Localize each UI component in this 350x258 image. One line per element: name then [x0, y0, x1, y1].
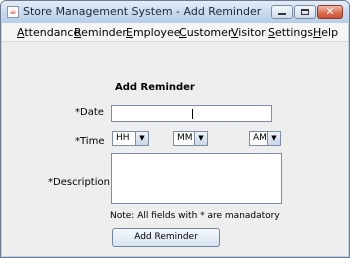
menu-label: elp	[321, 26, 339, 39]
menu-help[interactable]: Help	[313, 26, 338, 39]
minute-select[interactable]: MM ▼	[173, 131, 208, 146]
menu-attendance[interactable]: Attendance	[17, 26, 80, 39]
menu-mnemonic: E	[126, 26, 133, 39]
date-label: *Date	[75, 107, 104, 118]
close-button[interactable]: ✕	[317, 5, 343, 19]
window-title: Store Management System - Add Reminder	[23, 5, 262, 18]
menu-label: ttendance	[24, 26, 81, 39]
description-textarea[interactable]	[111, 153, 282, 204]
date-input[interactable]	[111, 105, 272, 122]
app-window: ☕ Store Management System - Add Reminder…	[0, 0, 350, 258]
chevron-down-icon[interactable]: ▼	[135, 132, 148, 145]
chevron-down-icon[interactable]: ▼	[267, 132, 280, 145]
maximize-icon	[301, 9, 309, 15]
title-bar[interactable]: ☕ Store Management System - Add Reminder…	[1, 1, 349, 23]
hour-select[interactable]: HH ▼	[112, 131, 149, 146]
form-heading: Add Reminder	[115, 82, 195, 93]
text-caret	[192, 109, 193, 119]
java-app-icon: ☕	[7, 6, 19, 18]
menu-label: isitor	[238, 26, 266, 39]
menu-mnemonic: S	[268, 26, 275, 39]
menu-employee[interactable]: Employee	[126, 26, 180, 39]
description-label: *Description	[48, 177, 110, 188]
minute-value: MM	[177, 133, 193, 143]
close-icon: ✕	[325, 5, 335, 18]
menu-settings[interactable]: Settings	[268, 26, 313, 39]
time-label: *Time	[75, 136, 105, 147]
minimize-icon	[278, 13, 286, 15]
add-reminder-button[interactable]: Add Reminder	[112, 228, 220, 247]
menu-visitor[interactable]: Visitor	[231, 26, 266, 39]
menu-label: eminder	[81, 26, 127, 39]
menu-bar: Attendance Reminder Employee Customer Vi…	[2, 23, 348, 42]
chevron-down-icon[interactable]: ▼	[194, 132, 207, 145]
menu-mnemonic: C	[179, 26, 187, 39]
minimize-button[interactable]	[271, 5, 293, 19]
required-fields-note: Note: All fields with * are manadatory	[110, 211, 280, 221]
ampm-value: AM	[253, 133, 267, 143]
menu-customer[interactable]: Customer	[179, 26, 232, 39]
reminder-form-panel: Add Reminder *Date *Time HH ▼ MM ▼ AM ▼ …	[2, 42, 348, 256]
hour-value: HH	[116, 133, 130, 143]
menu-label: ustomer	[186, 26, 233, 39]
ampm-select[interactable]: AM ▼	[249, 131, 281, 146]
maximize-button[interactable]	[294, 5, 316, 19]
menu-reminder[interactable]: Reminder	[74, 26, 127, 39]
menu-label: mployee	[132, 26, 181, 39]
menu-label: ettings	[274, 26, 314, 39]
